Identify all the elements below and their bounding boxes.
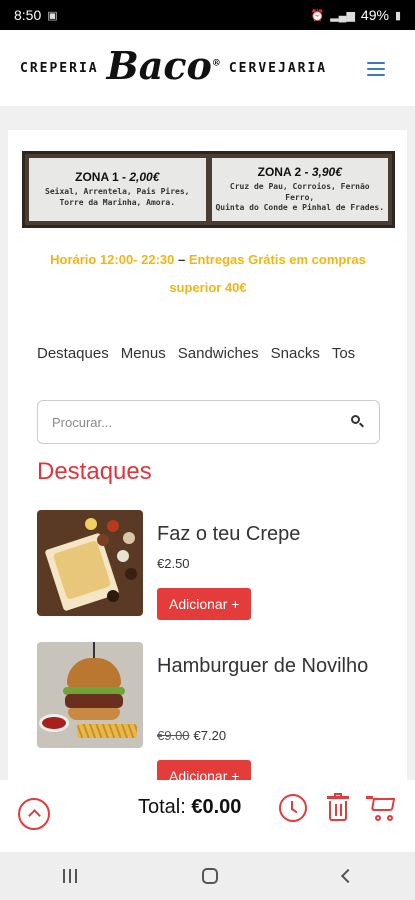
search-icon[interactable] [351,415,365,429]
zone-2-price: 3,90€ [311,164,342,179]
hours-info: Horário 12:00- 22:30 – Entregas Grátis e… [50,252,366,295]
home-icon[interactable] [201,868,218,884]
main-content: ZONA 1 - 2,00€ Seixal, Arrentela, Pais P… [8,130,407,780]
zone-1-places: Seixal, Arrentela, Pais Pires, Torre da … [45,187,190,207]
delivery-zones-banner: ZONA 1 - 2,00€ Seixal, Arrentela, Pais P… [22,151,395,228]
cart-total: Total: €0.00 [138,796,242,818]
category-tab-sandwiches[interactable]: Sandwiches [178,345,259,362]
battery-percent: 49% [360,7,389,23]
cart-icon[interactable] [366,794,396,822]
back-icon[interactable] [340,868,355,884]
category-tab-menus[interactable]: Menus [121,345,166,362]
product-card: Hamburguer de Novilho €9.00 €7.20 Adicion… [37,642,382,780]
recent-apps-icon[interactable] [62,869,77,883]
notification-icon: ▣ [47,9,58,22]
brand-logo-link[interactable]: CREPERIA Baco® CERVEJARIA [20,47,328,87]
brand-logo-text: Baco [106,43,212,88]
brand-logo: Baco® [107,47,221,85]
category-tab-destaques[interactable]: Destaques [37,345,109,362]
product-image-crepe[interactable] [37,510,143,616]
section-title: Destaques [37,458,152,485]
signal-icon: ▂▄▆ [330,9,355,22]
cart-total-value: €0.00 [191,796,242,818]
product-card: Faz o teu Crepe €2.50 Adicionar + [37,510,382,630]
scroll-up-icon[interactable] [18,798,50,830]
product-name[interactable]: Hamburguer de Novilho [157,646,382,686]
old-price: €9.00 [157,728,190,743]
registered-mark: ® [211,58,221,69]
zone-1: ZONA 1 - 2,00€ Seixal, Arrentela, Pais P… [29,158,206,221]
zone-1-title: ZONA 1 - 2,00€ [75,170,160,185]
status-bar: 8:50 ▣ ⏰ ▂▄▆ 49% ▮ [0,0,415,30]
status-time: 8:50 [14,7,42,23]
category-tab-snacks[interactable]: Snacks [271,345,320,362]
product-image-burger[interactable] [37,642,143,748]
alarm-icon: ⏰ [310,9,325,22]
brand-left-word: CREPERIA [20,60,99,76]
search-box [37,400,380,444]
add-to-cart-button[interactable]: Adicionar + [157,760,252,780]
product-price: €2.50 [157,556,190,571]
brand-right-word: CERVEJARIA [228,60,328,76]
zone-2-places: Cruz de Pau, Corroios, Fernão Ferro, Qui… [215,181,385,213]
cart-bar: Total: €0.00 [0,780,415,852]
site-header: CREPERIA Baco® CERVEJARIA [0,30,415,106]
product-price: €9.00 €7.20 [157,728,227,743]
battery-icon: ▮ [394,9,401,22]
zone-2: ZONA 2 - 3,90€ Cruz de Pau, Corroios, Fe… [211,158,388,221]
clock-icon[interactable] [279,794,307,822]
opening-hours: Horário 12:00- 22:30 [50,252,175,267]
product-name[interactable]: Faz o teu Crepe [157,514,382,554]
zone-1-price: 2,00€ [129,170,160,185]
category-nav: Destaques Menus Sandwiches Snacks Tos [37,345,382,362]
category-tab-tos[interactable]: Tos [332,345,355,362]
free-delivery-info: Entregas Grátis em compras superior 40€ [169,252,366,295]
zone-2-title: ZONA 2 - 3,90€ [257,164,342,179]
add-to-cart-button[interactable]: Adicionar + [157,588,252,620]
trash-icon[interactable] [327,793,349,823]
android-nav-bar [0,852,415,900]
search-input[interactable] [52,414,351,430]
hamburger-menu-icon[interactable] [367,62,385,76]
